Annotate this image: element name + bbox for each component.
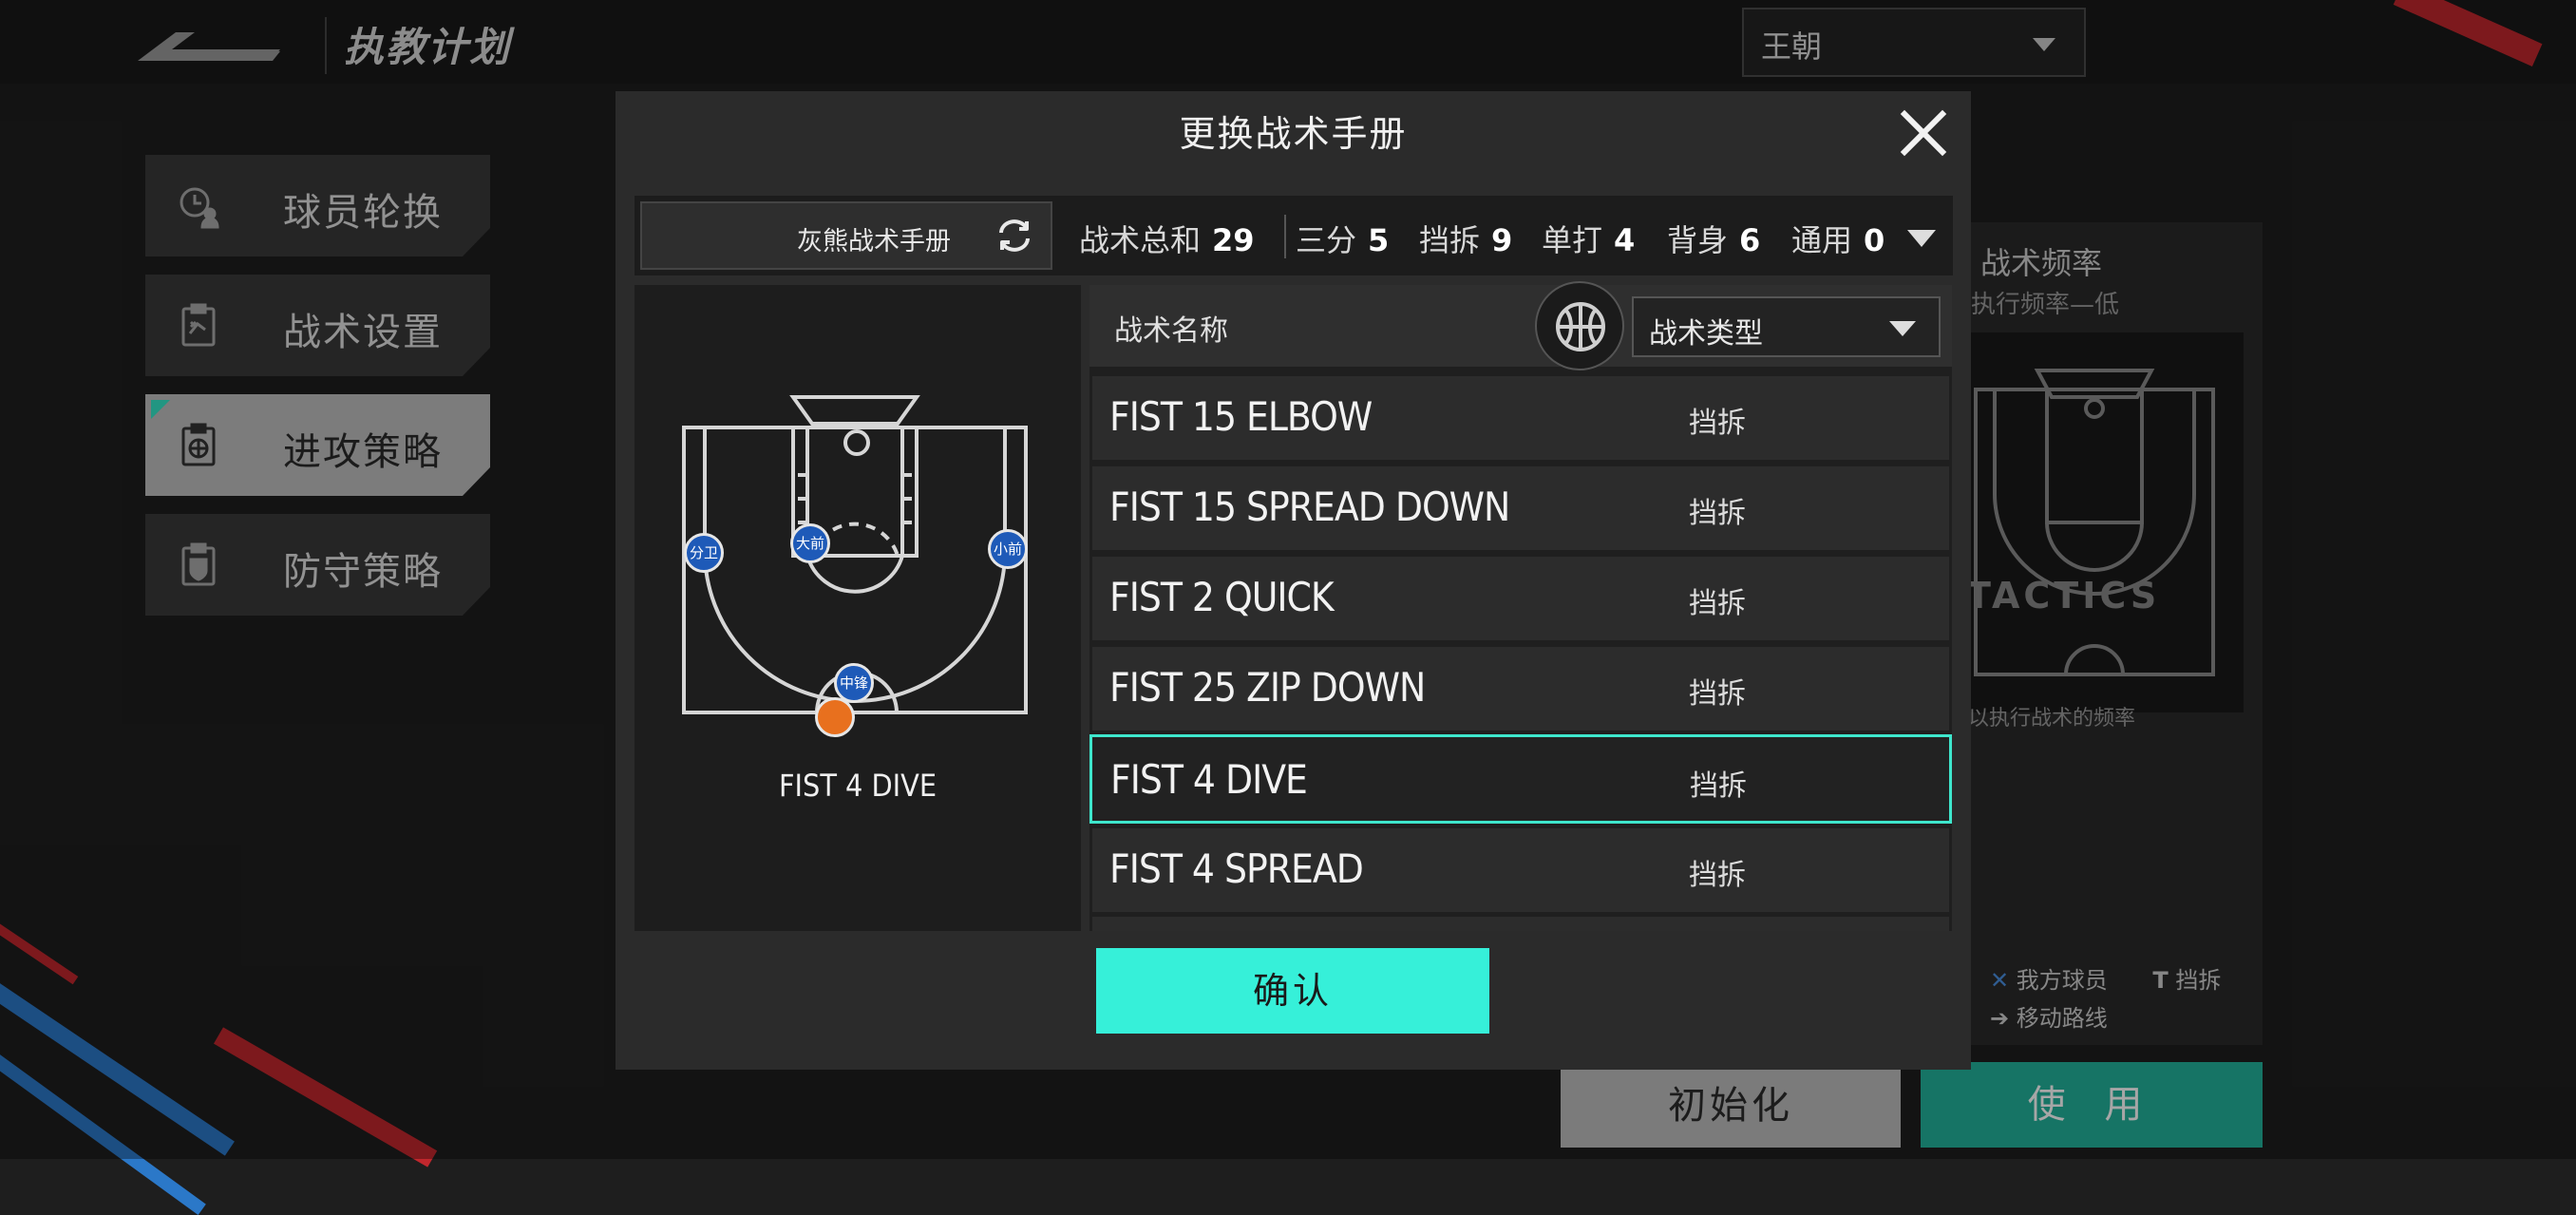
stat-general-value: 0 xyxy=(1864,222,1885,258)
tactic-row[interactable]: FIST 25 ZIP DOWN 挡拆 xyxy=(1092,647,1949,731)
tactic-name: FIST 15 SPREAD DOWN xyxy=(1109,484,1510,530)
stats-divider xyxy=(1284,215,1286,258)
tactic-row-partial xyxy=(1092,917,1949,931)
tactic-row[interactable]: FIST 4 SPREAD 挡拆 xyxy=(1092,828,1949,912)
stat-three-label: 三分 xyxy=(1296,222,1357,258)
stat-post: 背身 6 xyxy=(1667,217,1760,260)
stat-general-label: 通用 xyxy=(1791,222,1853,258)
stat-screen: 挡拆 9 xyxy=(1419,217,1512,260)
tactic-row[interactable]: FIST 2 QUICK 挡拆 xyxy=(1092,557,1949,640)
tactic-type: 挡拆 xyxy=(1689,859,1746,892)
preview-play-name: FIST 4 DIVE xyxy=(778,768,938,804)
stat-total-value: 29 xyxy=(1212,222,1255,258)
manual-switch-button[interactable]: 灰熊战术手册 xyxy=(640,201,1052,270)
manual-name: 灰熊战术手册 xyxy=(797,227,951,256)
stat-total-label: 战术总和 xyxy=(1079,222,1202,258)
basketball-icon xyxy=(1556,302,1605,351)
player-marker-sf: 小前 xyxy=(988,529,1028,569)
chevron-down-icon xyxy=(1889,321,1916,336)
tactic-type-value: 战术类型 xyxy=(1649,317,1763,351)
tactic-type-dropdown[interactable]: 战术类型 xyxy=(1632,296,1941,357)
player-marker-sg: 分卫 xyxy=(684,533,724,573)
player-marker-pf: 大前 xyxy=(790,523,830,563)
stat-three-value: 5 xyxy=(1368,222,1390,258)
tactic-row[interactable]: FIST 15 ELBOW 挡拆 xyxy=(1092,376,1949,460)
tactic-row-selected[interactable]: FIST 4 DIVE 挡拆 xyxy=(1089,734,1952,824)
tactic-name: FIST 25 ZIP DOWN xyxy=(1109,664,1426,711)
stat-general: 通用 0 xyxy=(1791,217,1885,260)
stat-iso-value: 4 xyxy=(1614,222,1636,258)
swap-icon xyxy=(999,219,1030,252)
ball-handler-marker xyxy=(815,697,855,737)
basketball-filter-button[interactable] xyxy=(1535,281,1624,370)
tactic-name: FIST 15 ELBOW xyxy=(1109,393,1373,440)
column-tactic-name: 战术名称 xyxy=(1114,314,1228,348)
stat-post-value: 6 xyxy=(1739,222,1761,258)
tactic-type: 挡拆 xyxy=(1690,769,1747,803)
tactic-row[interactable]: FIST 15 SPREAD DOWN 挡拆 xyxy=(1092,466,1949,550)
confirm-button[interactable]: 确认 xyxy=(1096,948,1489,1034)
tactic-type: 挡拆 xyxy=(1689,677,1746,711)
tactic-name: FIST 4 DIVE xyxy=(1110,756,1308,803)
stat-total: 战术总和 29 xyxy=(1079,217,1255,260)
dialog-title: 更换战术手册 xyxy=(1179,113,1408,155)
chevron-down-icon[interactable] xyxy=(1907,230,1936,247)
tactic-type: 挡拆 xyxy=(1689,407,1746,440)
stat-screen-value: 9 xyxy=(1491,222,1513,258)
stat-iso: 单打 4 xyxy=(1542,217,1635,260)
stat-iso-label: 单打 xyxy=(1542,222,1603,258)
tactic-name: FIST 4 SPREAD xyxy=(1109,845,1364,892)
close-icon[interactable] xyxy=(1895,104,1952,161)
stat-post-label: 背身 xyxy=(1667,222,1729,258)
tactic-type: 挡拆 xyxy=(1689,497,1746,530)
tactic-type: 挡拆 xyxy=(1689,587,1746,620)
stat-screen-label: 挡拆 xyxy=(1419,222,1481,258)
stat-three: 三分 5 xyxy=(1296,217,1389,260)
tactic-name: FIST 2 QUICK xyxy=(1109,574,1335,620)
